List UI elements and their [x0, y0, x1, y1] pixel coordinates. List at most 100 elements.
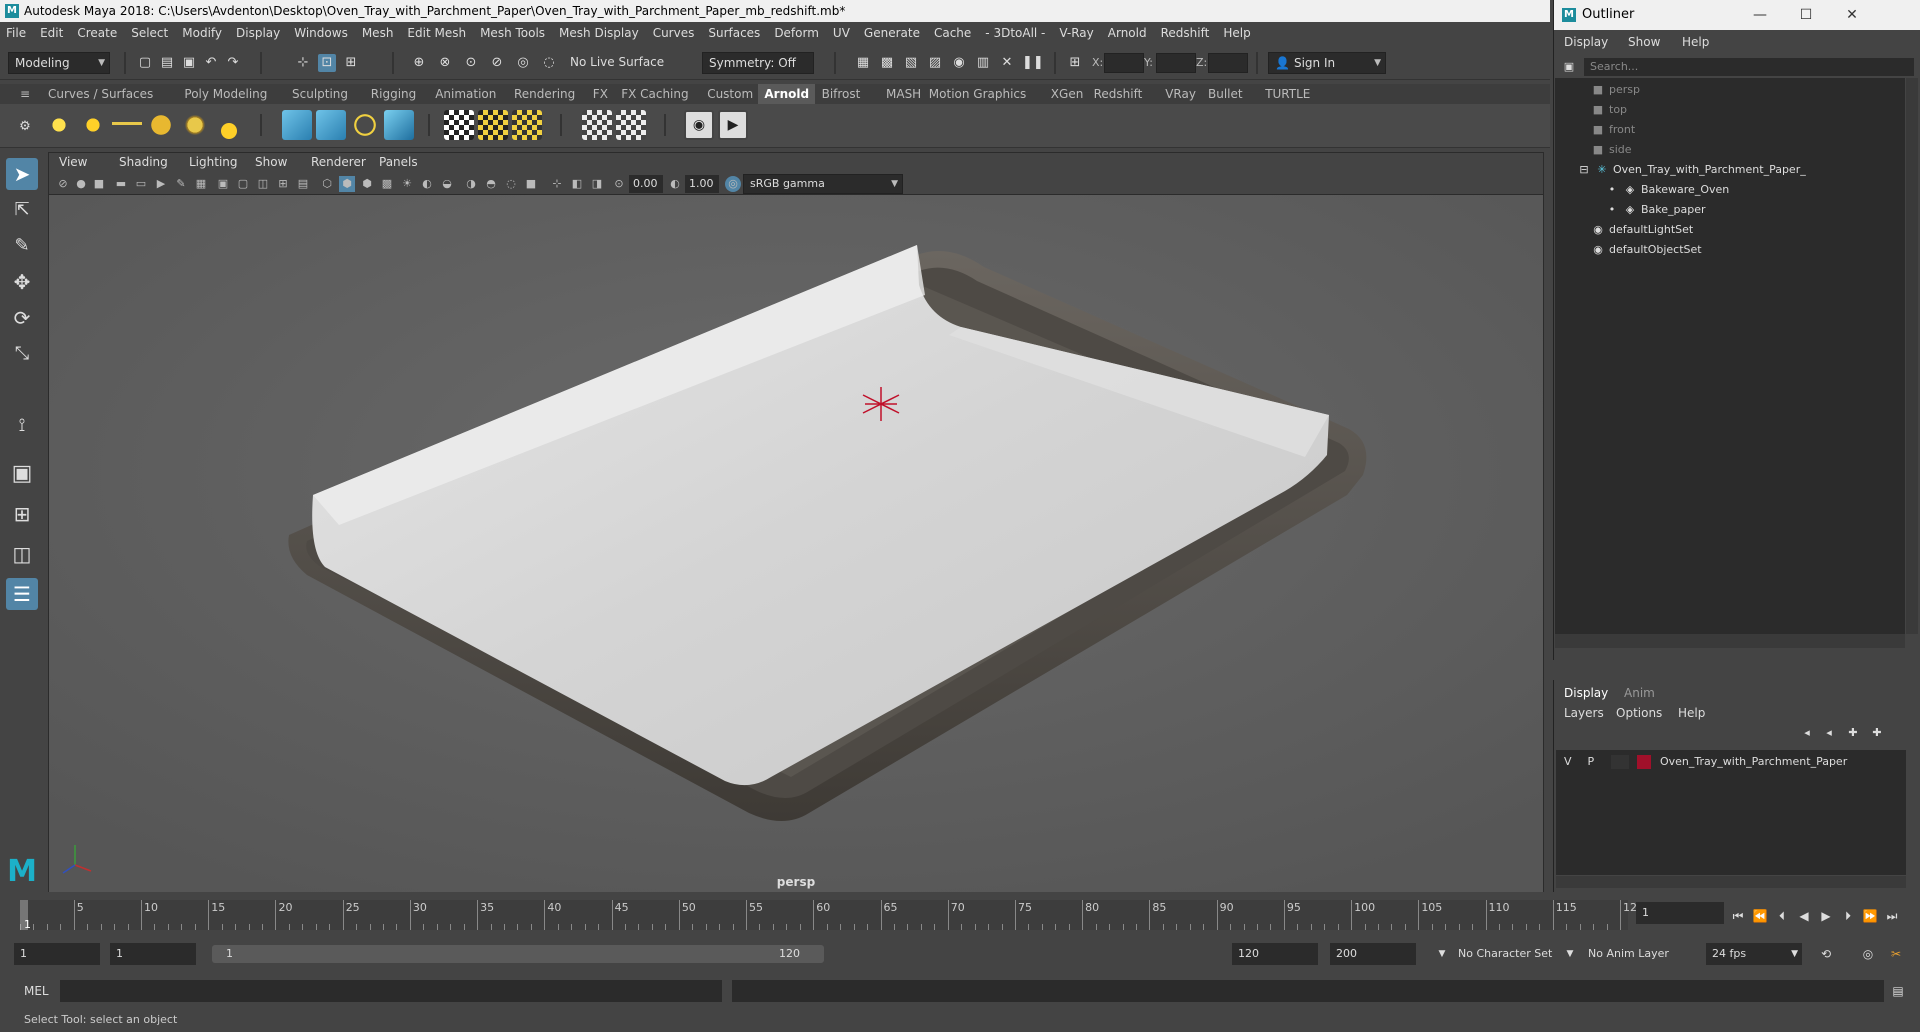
- outliner-layout-icon[interactable]: ☰: [6, 578, 38, 610]
- outliner-item[interactable]: ■ front: [1591, 120, 1635, 140]
- menu-3dtoall[interactable]: - 3DtoAll -: [985, 26, 1045, 40]
- new-layer-selected-icon[interactable]: ✚: [1868, 724, 1886, 742]
- range-slider[interactable]: 1 120: [212, 945, 824, 963]
- move-tool-icon[interactable]: ✥: [6, 266, 38, 298]
- camera-attr-icon[interactable]: ■: [91, 176, 107, 192]
- outliner-item[interactable]: • ◈ Bakeware_Oven: [1605, 180, 1729, 200]
- mtoa-texture-icon[interactable]: [616, 110, 646, 140]
- animation-start-field[interactable]: 1: [14, 943, 100, 965]
- shelf-tab-bullet[interactable]: Bullet: [1202, 84, 1249, 104]
- x-field[interactable]: [1104, 53, 1144, 73]
- outliner-item[interactable]: ■ persp: [1591, 80, 1640, 100]
- redo-icon[interactable]: ↷: [224, 54, 242, 72]
- snap-point-icon[interactable]: ⊙: [462, 54, 480, 72]
- motion-blur-icon[interactable]: ◑: [463, 176, 479, 192]
- shelf-tab-bifrost[interactable]: Bifrost: [816, 84, 867, 104]
- shelf-tab-redshift[interactable]: Redshift: [1088, 84, 1149, 104]
- auto-key-icon[interactable]: ◎: [1860, 946, 1876, 962]
- shelf-tab-poly-modeling[interactable]: Poly Modeling: [178, 84, 273, 104]
- arnold-render-view-icon[interactable]: ◉: [684, 110, 714, 140]
- wireframe-icon[interactable]: ⬡: [319, 176, 335, 192]
- outliner-horizontal-scrollbar[interactable]: [1555, 634, 1905, 648]
- step-back-key-icon[interactable]: ⏪: [1752, 908, 1768, 924]
- select-camera-icon[interactable]: ⊘: [55, 176, 71, 192]
- light-portal-icon[interactable]: [180, 110, 210, 140]
- anim-layer-selector[interactable]: No Anim Layer: [1582, 943, 1682, 965]
- loop-icon[interactable]: ⟲: [1818, 946, 1834, 962]
- step-back-frame-icon[interactable]: ⏴: [1774, 908, 1790, 924]
- panel-menu-show[interactable]: Show: [255, 155, 287, 169]
- shelf-tab-motion-graphics[interactable]: Motion Graphics: [923, 84, 1033, 104]
- last-tool-icon[interactable]: ⟟: [6, 410, 38, 442]
- save-scene-icon[interactable]: ▣: [180, 54, 198, 72]
- safe-action-icon[interactable]: ▤: [295, 176, 311, 192]
- rotate-tool-icon[interactable]: ⟳: [6, 302, 38, 334]
- new-layer-icon[interactable]: ✚: [1844, 724, 1862, 742]
- y-field[interactable]: [1156, 53, 1196, 73]
- area-light-icon[interactable]: [44, 110, 74, 140]
- image-plane-icon[interactable]: ▭: [133, 176, 149, 192]
- menu-curves[interactable]: Curves: [653, 26, 695, 40]
- shelf-tab-curves-surfaces[interactable]: Curves / Surfaces: [42, 84, 159, 104]
- render-icon[interactable]: [384, 110, 414, 140]
- mode-selector[interactable]: Modeling ▼: [8, 52, 110, 74]
- undo-icon[interactable]: ↶: [202, 54, 220, 72]
- ao-checker-icon[interactable]: [512, 110, 542, 140]
- select-tool-icon[interactable]: ➤: [6, 158, 38, 190]
- outliner-item[interactable]: ⊟ ✳ Oven_Tray_with_Parchment_Paper_: [1577, 160, 1805, 180]
- transform-constraint-icon[interactable]: ⊞: [1066, 54, 1084, 72]
- gate-mask-icon[interactable]: ◫: [255, 176, 271, 192]
- layer-menu-layers[interactable]: Layers: [1564, 706, 1604, 720]
- viewport-3d[interactable]: [49, 195, 1543, 892]
- menu-create[interactable]: Create: [77, 26, 117, 40]
- layer-tab-display[interactable]: Display: [1564, 686, 1608, 700]
- shelf-tab-rigging[interactable]: Rigging: [365, 84, 422, 104]
- light-editor-icon[interactable]: ✕: [998, 54, 1016, 72]
- select-component-icon[interactable]: ⊞: [342, 54, 360, 72]
- use-all-lights-icon[interactable]: ☀: [399, 176, 415, 192]
- menu-edit[interactable]: Edit: [40, 26, 63, 40]
- color-management-icon[interactable]: ◎: [725, 176, 741, 192]
- menu-redshift[interactable]: Redshift: [1161, 26, 1210, 40]
- shelf-tab-fx-caching[interactable]: FX Caching: [615, 84, 694, 104]
- render-setup-icon[interactable]: ▥: [974, 54, 992, 72]
- shelf-tab-sculpting[interactable]: Sculpting: [286, 84, 354, 104]
- field-chart-icon[interactable]: ⊞: [275, 176, 291, 192]
- outliner-search-input[interactable]: Search...: [1584, 58, 1914, 76]
- command-input[interactable]: [60, 980, 722, 1002]
- go-to-start-icon[interactable]: ⏮: [1730, 908, 1746, 924]
- shelf-tab-vray[interactable]: VRay: [1159, 84, 1202, 104]
- render-view-icon[interactable]: ▦: [854, 54, 872, 72]
- minimize-icon[interactable]: —: [1737, 0, 1783, 30]
- menu-surfaces[interactable]: Surfaces: [708, 26, 760, 40]
- mesh-light-icon[interactable]: [78, 110, 108, 140]
- panel-menu-lighting[interactable]: Lighting: [189, 155, 238, 169]
- outliner-vertical-scrollbar[interactable]: [1906, 78, 1918, 634]
- menu-help[interactable]: Help: [1223, 26, 1250, 40]
- camera-lock-icon[interactable]: ●: [73, 176, 89, 192]
- chevron-down-icon[interactable]: ▼: [1562, 946, 1578, 962]
- layer-visibility-toggle[interactable]: V: [1564, 752, 1584, 772]
- shelf-tab-turtle[interactable]: TURTLE: [1259, 84, 1316, 104]
- panel-menu-renderer[interactable]: Renderer: [311, 155, 366, 169]
- time-ruler[interactable]: 5 10 15 20 25 30 35 40 45 50 55 60 65 70 75 80 85 90 95 100…: [20, 900, 1644, 930]
- layer-menu-options[interactable]: Options: [1616, 706, 1662, 720]
- scale-tool-icon[interactable]: ⤡: [6, 338, 38, 370]
- layer-menu-help[interactable]: Help: [1678, 706, 1705, 720]
- smooth-shade-icon[interactable]: ⬢: [339, 176, 355, 192]
- menu-display[interactable]: Display: [236, 26, 280, 40]
- menu-mesh[interactable]: Mesh: [362, 26, 394, 40]
- layer-horizontal-scrollbar[interactable]: [1556, 876, 1906, 888]
- layer-color-swatch[interactable]: [1636, 755, 1651, 769]
- menu-windows[interactable]: Windows: [294, 26, 348, 40]
- textured-icon[interactable]: ▩: [379, 176, 395, 192]
- new-scene-icon[interactable]: ▢: [136, 54, 154, 72]
- shelf-menu-icon[interactable]: ≡: [14, 84, 36, 104]
- sign-in-button[interactable]: 👤 Sign In ▼: [1268, 52, 1386, 74]
- live-surface-selector[interactable]: No Live Surface: [564, 52, 674, 74]
- outliner-menu-show[interactable]: Show: [1628, 35, 1660, 49]
- command-language-label[interactable]: MEL: [24, 984, 49, 998]
- four-pane-layout-icon[interactable]: ⊞: [6, 498, 38, 530]
- shelf-tab-rendering[interactable]: Rendering: [508, 84, 581, 104]
- open-scene-icon[interactable]: ▤: [158, 54, 176, 72]
